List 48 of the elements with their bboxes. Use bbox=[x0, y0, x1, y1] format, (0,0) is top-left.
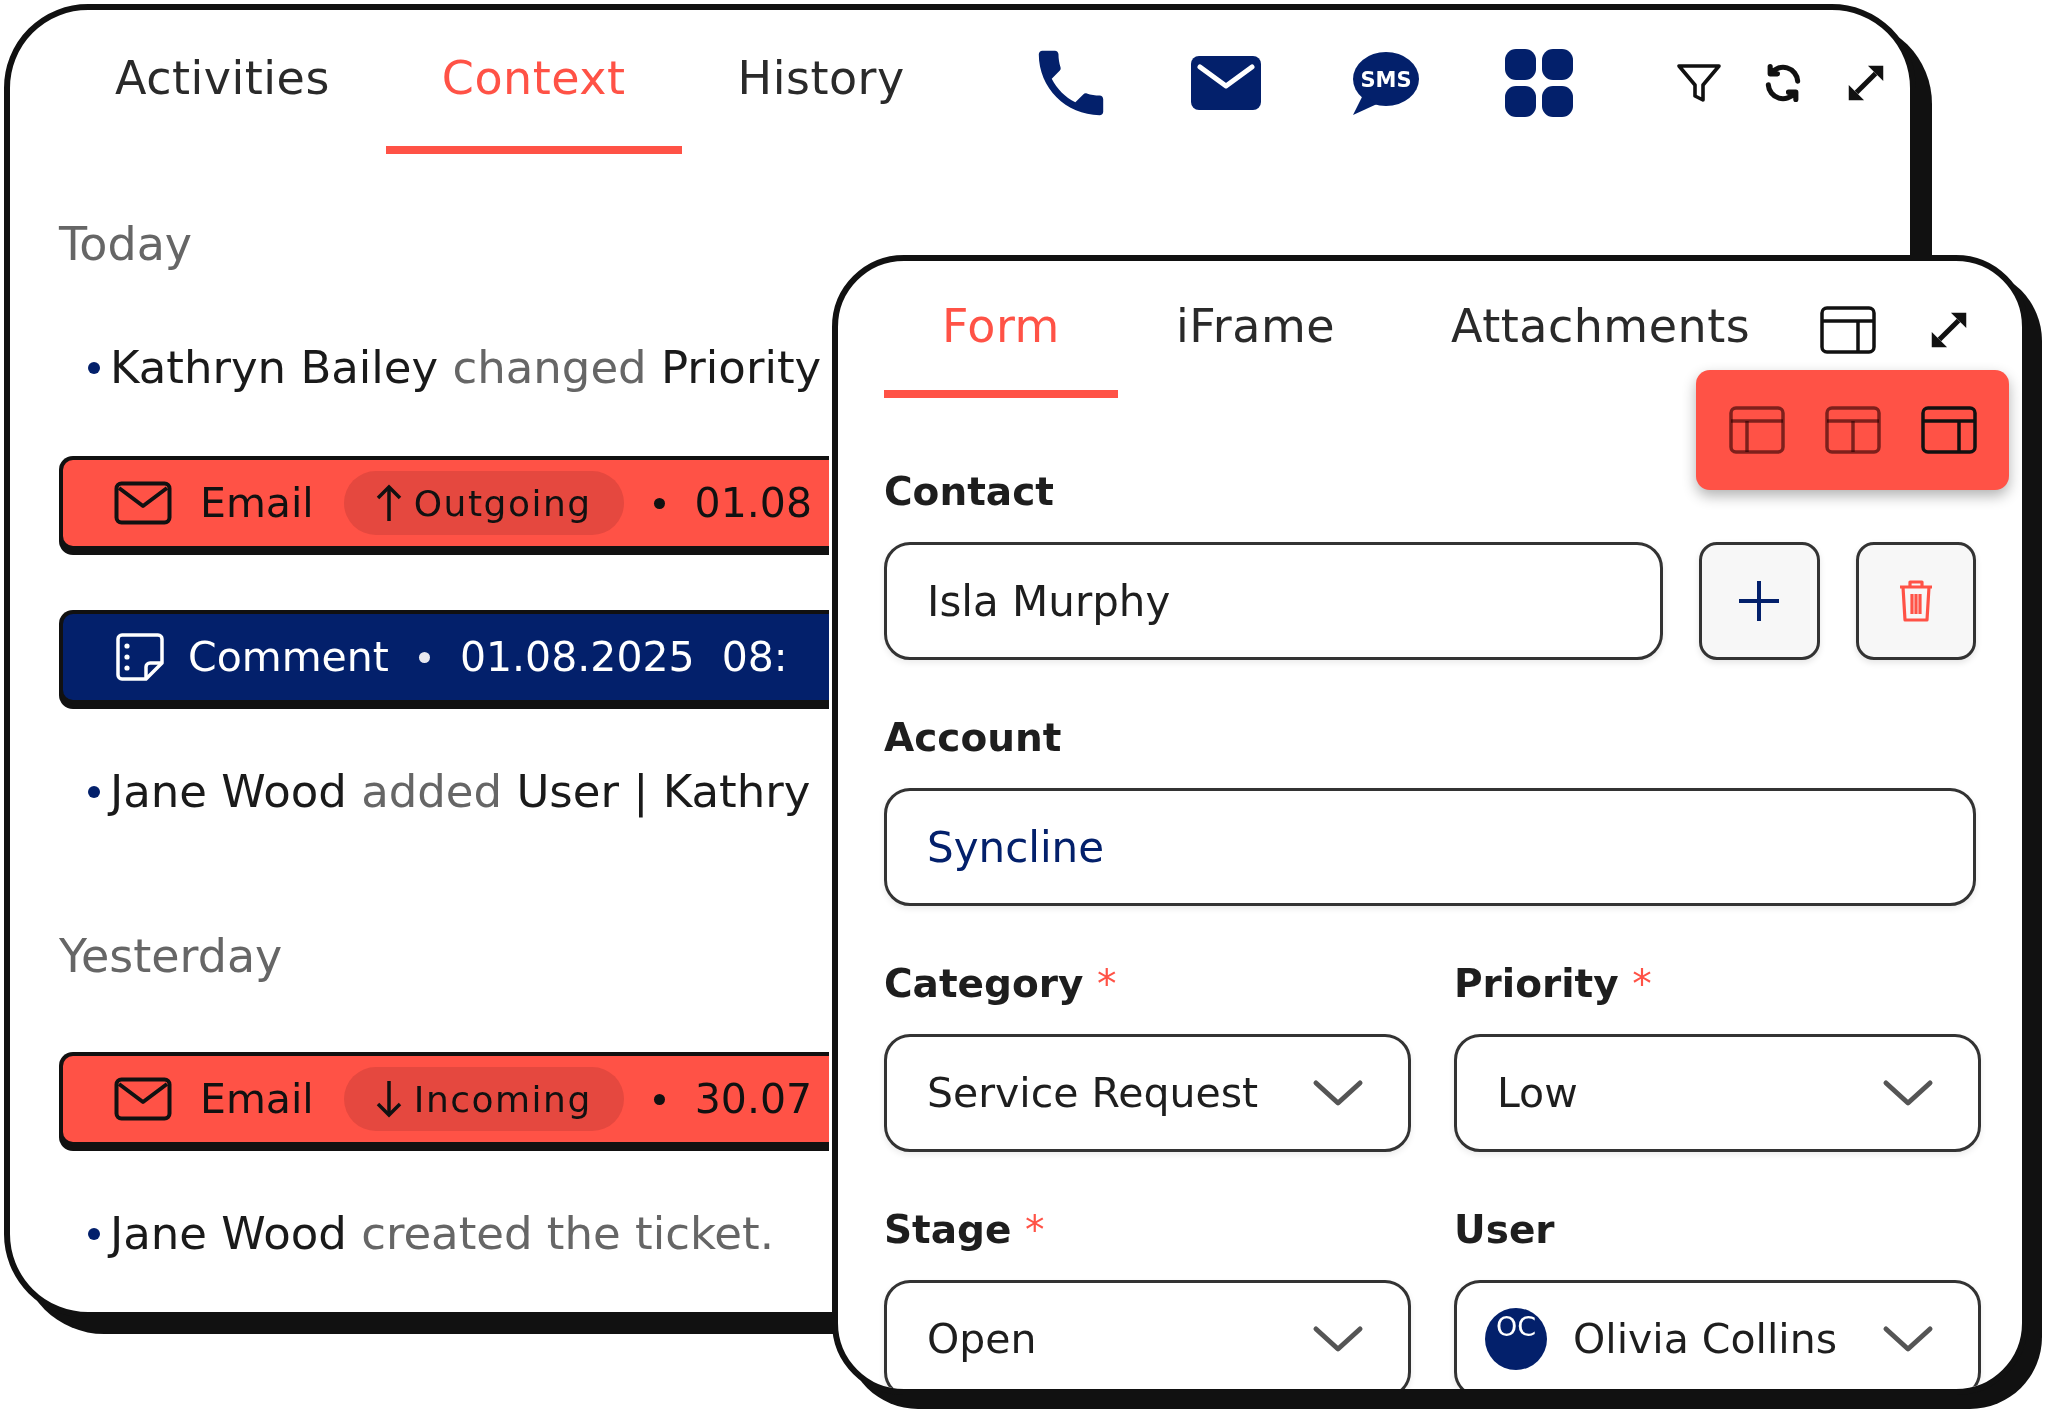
chevron-down-icon bbox=[1312, 1325, 1364, 1353]
envelope-icon[interactable] bbox=[1190, 56, 1261, 110]
field-label: Stage * bbox=[884, 1206, 1046, 1254]
bullet-dot bbox=[88, 786, 100, 798]
field-label: Contact bbox=[884, 468, 1055, 516]
separator-dot bbox=[418, 651, 430, 663]
separator-dot bbox=[653, 497, 665, 509]
date-text: 01.08.2025 08: bbox=[459, 633, 788, 681]
chevron-down-icon bbox=[1882, 1325, 1934, 1353]
delete-button[interactable] bbox=[1855, 542, 1976, 660]
direction-label: Incoming bbox=[413, 1078, 592, 1120]
chevron-down-icon bbox=[1882, 1079, 1934, 1107]
activity-type-label: Email bbox=[200, 479, 314, 527]
layout-icon[interactable] bbox=[1820, 305, 1876, 354]
bullet-dot bbox=[88, 362, 100, 374]
field-label: User bbox=[1454, 1206, 1556, 1254]
separator-dot bbox=[653, 1093, 665, 1105]
phone-icon[interactable] bbox=[1036, 49, 1105, 117]
contact-input[interactable]: Isla Murphy bbox=[884, 542, 1664, 660]
dropdown-field[interactable]: OC Olivia Collins bbox=[1454, 1280, 1981, 1389]
direction-label: Outgoing bbox=[413, 482, 592, 524]
tab[interactable]: History bbox=[681, 22, 961, 154]
day-heading: Today bbox=[59, 216, 193, 272]
tab[interactable]: iFrame bbox=[1117, 269, 1393, 398]
date-text: 01.08 bbox=[694, 479, 812, 527]
envelope-icon bbox=[114, 481, 172, 525]
bullet-dot bbox=[88, 1228, 100, 1240]
activity-type-label: Comment bbox=[188, 633, 389, 681]
layout-icon[interactable] bbox=[1920, 406, 1977, 454]
dropdown-field[interactable]: Low bbox=[1454, 1034, 1981, 1152]
envelope-icon bbox=[114, 1077, 172, 1121]
account-input[interactable]: Syncline bbox=[884, 788, 1976, 906]
tab[interactable]: Activities bbox=[59, 22, 386, 154]
activity-text: Kathryn Bailey changed Priority bbox=[110, 340, 822, 396]
field-label: Category * bbox=[884, 960, 1118, 1008]
field-label: Priority * bbox=[1454, 960, 1653, 1008]
grid-icon[interactable] bbox=[1504, 49, 1573, 117]
tab[interactable]: Attachments bbox=[1393, 269, 1809, 398]
add-button[interactable] bbox=[1699, 542, 1820, 660]
activity-type-label: Email bbox=[200, 1075, 314, 1123]
dropdown-field[interactable]: Service Request bbox=[884, 1034, 1411, 1152]
date-text: 30.07 bbox=[694, 1075, 813, 1123]
note-icon bbox=[114, 631, 166, 683]
dropdown-field[interactable]: Open bbox=[884, 1280, 1411, 1389]
day-heading: Yesterday bbox=[59, 928, 283, 984]
chevron-down-icon bbox=[1312, 1079, 1364, 1107]
field-label: Account bbox=[884, 714, 1063, 762]
user-avatar: OC bbox=[1485, 1308, 1547, 1370]
